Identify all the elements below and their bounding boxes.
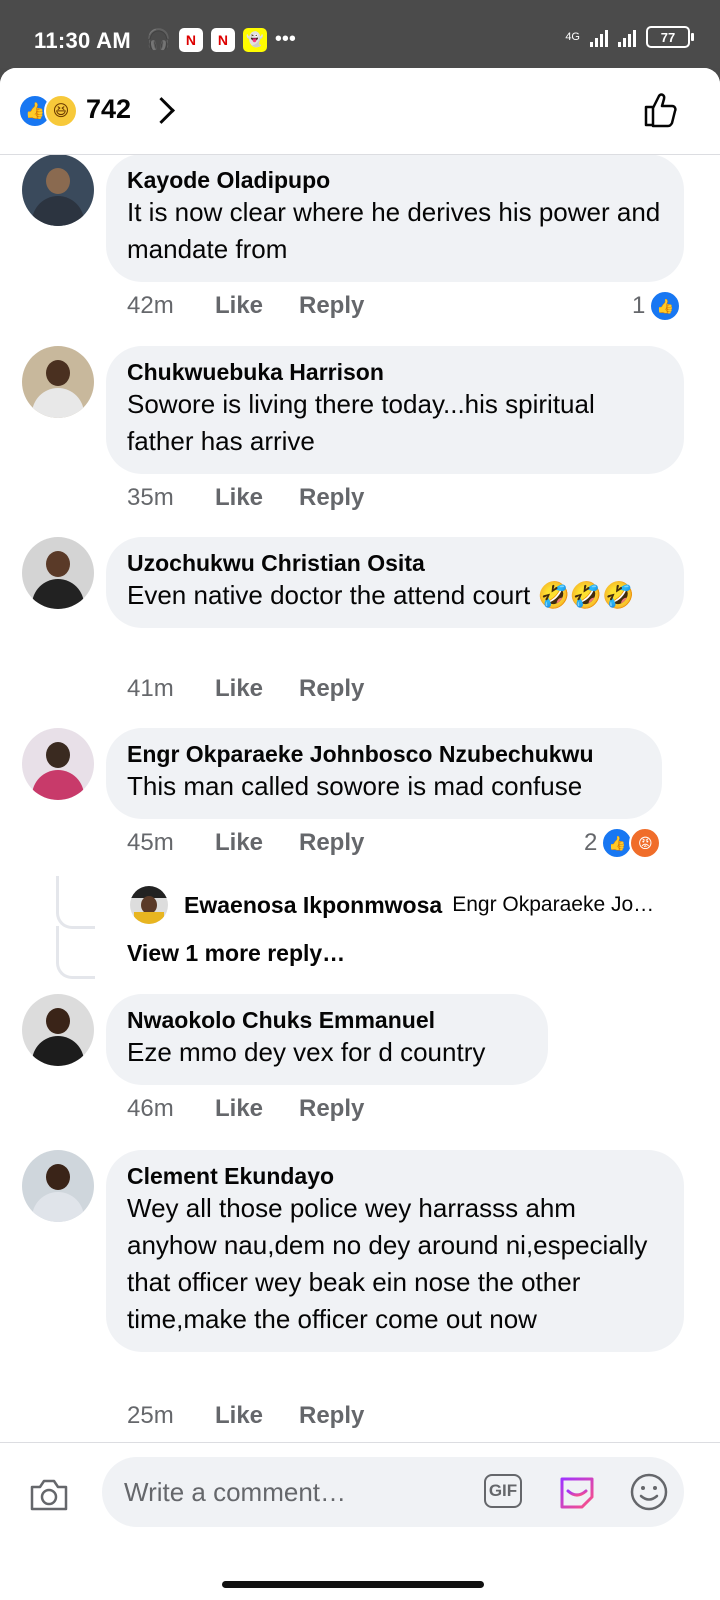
avatar[interactable] xyxy=(22,154,94,226)
emoji-icon[interactable] xyxy=(628,1471,670,1513)
gif-button[interactable]: GIF xyxy=(484,1474,522,1508)
reply-button[interactable]: Reply xyxy=(299,292,364,320)
comment-time: 46m xyxy=(127,1095,174,1122)
avatar[interactable] xyxy=(22,537,94,609)
reactions-header[interactable]: 👍 😆 742 xyxy=(0,68,720,155)
avatar[interactable] xyxy=(22,346,94,418)
reply-button[interactable]: Reply xyxy=(299,675,364,703)
commenter-name[interactable]: Uzochukwu Christian Osita xyxy=(127,549,662,577)
angry-icon: 😡 xyxy=(629,827,662,859)
like-post-button[interactable] xyxy=(640,90,680,130)
comment-time: 45m xyxy=(127,829,174,856)
battery-icon: 77 xyxy=(646,26,694,48)
reply-button[interactable]: Reply xyxy=(299,829,364,857)
comment-text: This man called sowore is mad confuse xyxy=(127,771,583,801)
avatar[interactable] xyxy=(22,994,94,1066)
news-app-icon: N xyxy=(178,27,203,52)
comment-text: Eze mmo dey vex for d country xyxy=(127,1037,486,1067)
avatar xyxy=(130,886,168,924)
comment-bubble: Uzochukwu Christian Osita Even native do… xyxy=(106,537,684,628)
commenter-name[interactable]: Clement Ekundayo xyxy=(127,1162,662,1190)
reply-text: Engr Okparaeke Jo… xyxy=(452,893,655,916)
avatar[interactable] xyxy=(22,1150,94,1222)
comment-text: It is now clear where he derives his pow… xyxy=(127,197,661,264)
commenter-name[interactable]: Nwaokolo Chuks Emmanuel xyxy=(127,1006,526,1034)
comment-time: 41m xyxy=(127,675,174,702)
reply-button[interactable]: Reply xyxy=(299,1402,364,1430)
reply-author-name: Ewaenosa Ikponmwosa xyxy=(184,891,443,918)
like-button[interactable]: Like xyxy=(215,292,299,320)
comment-text: Even native doctor the attend court xyxy=(127,580,531,610)
view-more-replies-link[interactable]: View 1 more reply… xyxy=(127,940,345,967)
comment-input[interactable] xyxy=(122,1473,466,1511)
home-indicator[interactable] xyxy=(222,1581,484,1588)
reply-preview[interactable]: Ewaenosa Ikponmwosa Engr Okparaeke Jo… xyxy=(130,886,690,924)
like-button[interactable]: Like xyxy=(215,484,299,512)
commenter-name[interactable]: Kayode Oladipupo xyxy=(127,166,662,194)
comment-composer: GIF xyxy=(0,1442,720,1533)
comment-bubble: Nwaokolo Chuks Emmanuel Eze mmo dey vex … xyxy=(106,994,548,1085)
sticker-icon[interactable] xyxy=(556,1471,598,1513)
reply-button[interactable]: Reply xyxy=(299,484,364,512)
like-button[interactable]: Like xyxy=(215,1402,299,1430)
like-button[interactable]: Like xyxy=(215,675,299,703)
signal-icon xyxy=(590,27,608,47)
news-app-icon-2: N xyxy=(210,27,235,52)
comment-text: Wey all those police wey harrasss ahm an… xyxy=(127,1193,648,1334)
comment-bubble: Clement Ekundayo Wey all those police we… xyxy=(106,1150,684,1352)
thread-line xyxy=(56,926,95,979)
like-button[interactable]: Like xyxy=(215,829,299,857)
snapchat-icon: 👻 xyxy=(242,27,267,52)
comment-time: 35m xyxy=(127,484,174,511)
like-button[interactable]: Like xyxy=(215,1095,299,1123)
reply-button[interactable]: Reply xyxy=(299,1095,364,1123)
like-icon: 👍 xyxy=(649,290,682,322)
rofl-emoji: 🤣🤣🤣 xyxy=(537,580,635,610)
comment-bubble: Kayode Oladipupo It is now clear where h… xyxy=(106,154,684,282)
haha-icon: 😆 xyxy=(44,94,78,128)
comment-reactions[interactable]: 1 👍 xyxy=(632,290,682,322)
signal-icon-2 xyxy=(618,27,636,47)
avatar[interactable] xyxy=(22,728,94,800)
comment-bubble: Engr Okparaeke Johnbosco Nzubechukwu Thi… xyxy=(106,728,662,819)
network-type-label: 4G xyxy=(565,31,580,43)
comment-time: 42m xyxy=(127,292,174,319)
comment-bubble: Chukwuebuka Harrison Sowore is living th… xyxy=(106,346,684,474)
chevron-right-icon[interactable] xyxy=(148,97,175,124)
comment-time: 25m xyxy=(127,1402,174,1429)
status-time: 11:30 AM xyxy=(34,28,131,53)
commenter-name[interactable]: Engr Okparaeke Johnbosco Nzubechukwu xyxy=(127,740,640,768)
reaction-count: 742 xyxy=(86,94,132,124)
comment-text: Sowore is living there today...his spiri… xyxy=(127,389,595,456)
commenter-name[interactable]: Chukwuebuka Harrison xyxy=(127,358,662,386)
headphones-icon: 🎧 xyxy=(146,29,171,51)
thread-line xyxy=(56,876,95,929)
more-notifications-icon: ••• xyxy=(274,28,296,50)
camera-icon[interactable] xyxy=(28,1475,70,1515)
comments-sheet: 👍 😆 742 Kayode Oladipupo It is now clear… xyxy=(0,68,720,1600)
status-bar: 11:30 AM 🎧 N N 👻 ••• 4G 77 xyxy=(0,0,720,68)
comment-reactions[interactable]: 2 👍 😡 xyxy=(584,827,662,859)
comment-input-container[interactable]: GIF xyxy=(102,1457,684,1527)
